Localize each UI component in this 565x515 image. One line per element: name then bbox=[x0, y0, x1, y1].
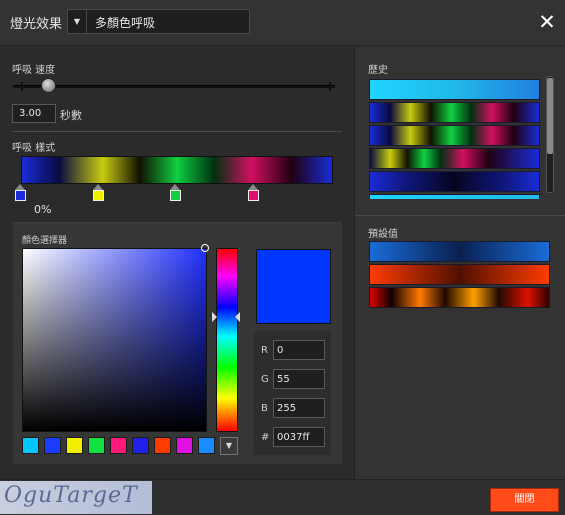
preset-item[interactable] bbox=[369, 264, 550, 285]
gradient-stop-4[interactable] bbox=[248, 190, 259, 201]
g-input[interactable]: 55 bbox=[273, 369, 325, 389]
history-item[interactable] bbox=[369, 171, 540, 192]
history-item[interactable] bbox=[369, 102, 540, 123]
dropdown-arrow-icon[interactable]: ▼ bbox=[68, 10, 87, 33]
more-swatches-icon[interactable]: ▼ bbox=[220, 437, 238, 455]
close-icon[interactable]: ✕ bbox=[536, 11, 558, 33]
slider-tick bbox=[329, 82, 331, 91]
b-input[interactable]: 255 bbox=[273, 398, 325, 418]
panel-title: 燈光效果 bbox=[10, 17, 63, 32]
g-label: G bbox=[261, 374, 269, 385]
swatch-5[interactable] bbox=[110, 437, 127, 454]
slider-tick bbox=[21, 82, 23, 91]
history-item[interactable] bbox=[369, 148, 540, 169]
history-list bbox=[367, 78, 545, 199]
swatch-9[interactable] bbox=[198, 437, 215, 454]
divider bbox=[355, 215, 565, 216]
hue-marker-right-icon[interactable] bbox=[235, 312, 240, 322]
speed-input[interactable]: 3.00 bbox=[12, 104, 56, 123]
saturation-value-box[interactable] bbox=[22, 248, 207, 432]
speed-unit-label: 秒數 bbox=[60, 109, 82, 122]
selected-stop-percent: 0% bbox=[34, 203, 52, 216]
swatch-8[interactable] bbox=[176, 437, 193, 454]
presets-label: 預設值 bbox=[368, 229, 398, 240]
color-picker-label: 顏色選擇器 bbox=[22, 236, 68, 246]
history-scroll-thumb[interactable] bbox=[547, 78, 553, 154]
history-label: 歷史 bbox=[368, 65, 388, 76]
history-item[interactable] bbox=[369, 79, 540, 100]
breath-style-label: 呼吸 樣式 bbox=[12, 143, 56, 154]
swatch-1[interactable] bbox=[22, 437, 39, 454]
color-preview bbox=[256, 249, 331, 324]
hue-marker-left-icon[interactable] bbox=[212, 312, 217, 322]
preset-item[interactable] bbox=[369, 287, 550, 308]
swatch-4[interactable] bbox=[88, 437, 105, 454]
hex-label: # bbox=[261, 432, 270, 443]
gradient-stop-3[interactable] bbox=[170, 190, 181, 201]
watermark-logo: OguTargeT bbox=[0, 481, 152, 514]
speed-slider-track[interactable] bbox=[13, 85, 335, 88]
history-item[interactable] bbox=[369, 125, 540, 146]
r-label: R bbox=[261, 345, 268, 356]
dropdown-selected-value: 多顏色呼吸 bbox=[95, 16, 156, 30]
b-label: B bbox=[261, 403, 268, 414]
effect-dropdown[interactable]: ▼ 多顏色呼吸 bbox=[67, 9, 250, 34]
divider bbox=[12, 131, 342, 132]
breath-speed-label: 呼吸 速度 bbox=[12, 65, 56, 76]
history-item[interactable] bbox=[369, 194, 540, 199]
saturation-value-cursor[interactable] bbox=[201, 244, 209, 252]
swatch-7[interactable] bbox=[154, 437, 171, 454]
r-input[interactable]: 0 bbox=[273, 340, 325, 360]
hex-input[interactable]: 0037ff bbox=[273, 427, 325, 447]
swatch-2[interactable] bbox=[44, 437, 61, 454]
swatch-3[interactable] bbox=[66, 437, 83, 454]
swatch-6[interactable] bbox=[132, 437, 149, 454]
gradient-stop-2[interactable] bbox=[93, 190, 104, 201]
close-button[interactable]: 關閉 bbox=[490, 488, 559, 512]
breath-style-gradient-bar[interactable] bbox=[21, 156, 333, 184]
hue-slider[interactable] bbox=[216, 248, 238, 432]
gradient-stop-1[interactable] bbox=[15, 190, 26, 201]
speed-slider-knob[interactable] bbox=[40, 78, 56, 93]
preset-item[interactable] bbox=[369, 241, 550, 262]
